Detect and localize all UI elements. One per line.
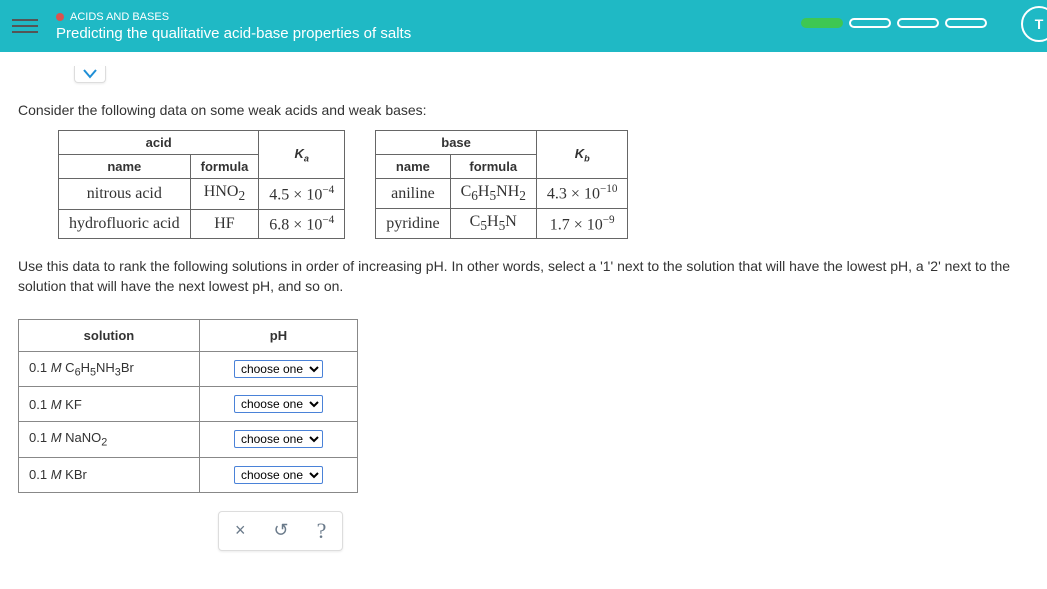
menu-icon[interactable] (12, 13, 38, 39)
header-title: Predicting the qualitative acid-base pro… (56, 25, 411, 42)
solution-header: solution (19, 319, 200, 351)
base-formula: C5H5N (450, 209, 536, 239)
base-formula-header: formula (450, 155, 536, 179)
table-row: 0.1 M KBr choose one (19, 457, 358, 492)
ph-select[interactable]: choose one (234, 360, 323, 378)
solution-cell: 0.1 M C6H5NH3Br (19, 351, 200, 387)
ka-header: Ka (259, 131, 345, 179)
base-kb: 4.3 × 10−10 (536, 179, 628, 209)
kb-header: Kb (536, 131, 628, 179)
progress-segment (849, 18, 891, 28)
table-row: 0.1 M NaNO2 choose one (19, 422, 358, 458)
clear-button[interactable]: × (235, 518, 246, 544)
close-icon: × (235, 520, 246, 541)
base-kb: 1.7 × 10−9 (536, 209, 628, 239)
acid-name-header: name (59, 155, 191, 179)
data-tables: acid Ka name formula nitrous acid HNO2 4… (58, 130, 1029, 239)
ph-header: pH (199, 319, 357, 351)
ph-select[interactable]: choose one (234, 466, 323, 484)
app-header: ACIDS AND BASES Predicting the qualitati… (0, 0, 1047, 52)
table-row: aniline C6H5NH2 4.3 × 10−10 (376, 179, 628, 209)
ph-select[interactable]: choose one (234, 395, 323, 413)
solution-cell: 0.1 M NaNO2 (19, 422, 200, 458)
acid-group-header: acid (59, 131, 259, 155)
ph-cell: choose one (199, 351, 357, 387)
progress-segment (945, 18, 987, 28)
acid-formula: HF (190, 209, 259, 239)
expand-toggle[interactable] (74, 66, 106, 83)
base-name-header: name (376, 155, 450, 179)
table-row: 0.1 M KF choose one (19, 387, 358, 422)
acid-name: nitrous acid (59, 179, 191, 209)
acid-ka: 6.8 × 10−4 (259, 209, 345, 239)
intro-text: Consider the following data on some weak… (18, 102, 1029, 118)
ph-cell: choose one (199, 422, 357, 458)
acid-table: acid Ka name formula nitrous acid HNO2 4… (58, 130, 345, 239)
base-name: aniline (376, 179, 450, 209)
progress-segment (801, 18, 843, 28)
chevron-down-icon (83, 69, 97, 79)
progress-indicator (801, 18, 987, 28)
header-category: ACIDS AND BASES (56, 11, 411, 23)
base-name: pyridine (376, 209, 450, 239)
content-area: Consider the following data on some weak… (0, 52, 1047, 565)
ph-cell: choose one (199, 457, 357, 492)
rank-table: solution pH 0.1 M C6H5NH3Br choose one 0… (18, 319, 358, 493)
base-group-header: base (376, 131, 537, 155)
acid-ka: 4.5 × 10−4 (259, 179, 345, 209)
base-formula: C6H5NH2 (450, 179, 536, 209)
rank-instructions: Use this data to rank the following solu… (18, 257, 1029, 296)
reset-icon: ↺ (274, 520, 289, 541)
help-icon: ? (317, 518, 327, 544)
table-row: nitrous acid HNO2 4.5 × 10−4 (59, 179, 345, 209)
table-row: 0.1 M C6H5NH3Br choose one (19, 351, 358, 387)
acid-formula: HNO2 (190, 179, 259, 209)
acid-formula-header: formula (190, 155, 259, 179)
ph-select[interactable]: choose one (234, 430, 323, 448)
solution-cell: 0.1 M KBr (19, 457, 200, 492)
table-row: hydrofluoric acid HF 6.8 × 10−4 (59, 209, 345, 239)
help-button[interactable]: ? (317, 518, 327, 544)
base-table: base Kb name formula aniline C6H5NH2 4.3… (375, 130, 628, 239)
solution-cell: 0.1 M KF (19, 387, 200, 422)
action-bar: × ↺ ? (218, 511, 343, 551)
acid-name: hydrofluoric acid (59, 209, 191, 239)
reset-button[interactable]: ↺ (274, 518, 289, 544)
ph-cell: choose one (199, 387, 357, 422)
user-badge[interactable]: T (1021, 6, 1047, 42)
progress-segment (897, 18, 939, 28)
header-text: ACIDS AND BASES Predicting the qualitati… (56, 11, 411, 42)
table-row: pyridine C5H5N 1.7 × 10−9 (376, 209, 628, 239)
